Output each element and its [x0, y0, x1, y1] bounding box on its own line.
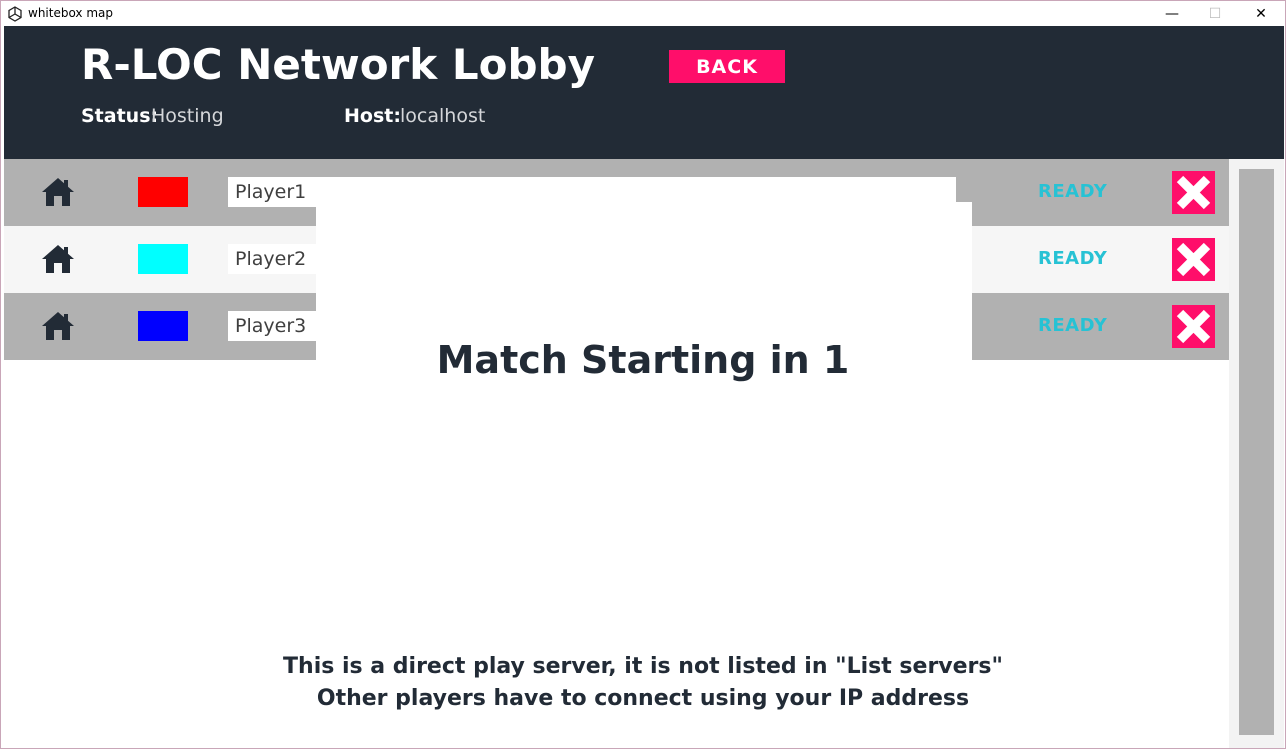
- home-icon: [42, 178, 74, 206]
- ready-status[interactable]: READY: [1038, 315, 1107, 336]
- remove-player-button[interactable]: [1172, 238, 1215, 281]
- scrollbar-thumb[interactable]: [1239, 169, 1274, 735]
- minimize-button[interactable]: —: [1149, 1, 1195, 27]
- connect-info: Other players have to connect using your…: [316, 686, 970, 711]
- lobby-header: R-LOC Network Lobby BACK Status: Hosting…: [4, 26, 1284, 159]
- player-color-swatch[interactable]: [138, 244, 188, 274]
- host-value: localhost: [400, 105, 486, 127]
- back-button[interactable]: BACK: [669, 50, 785, 83]
- window-title: whitebox map: [28, 6, 114, 20]
- status-value: Hosting: [151, 105, 224, 127]
- maximize-button[interactable]: ☐: [1192, 1, 1238, 27]
- host-label: Host:: [344, 105, 401, 127]
- status-label: Status:: [81, 105, 159, 127]
- remove-player-button[interactable]: [1172, 171, 1215, 214]
- close-window-button[interactable]: ✕: [1238, 1, 1284, 27]
- direct-play-info: This is a direct play server, it is not …: [283, 654, 1003, 679]
- ready-status[interactable]: READY: [1038, 248, 1107, 269]
- page-title: R-LOC Network Lobby: [81, 40, 595, 89]
- lobby-window: R-LOC Network Lobby BACK Status: Hosting…: [0, 26, 1286, 749]
- home-icon: [42, 245, 74, 273]
- countdown-text: Match Starting in 1: [436, 338, 850, 382]
- player-color-swatch[interactable]: [138, 177, 188, 207]
- window-titlebar: whitebox map — ☐ ✕: [0, 0, 1286, 26]
- ready-status[interactable]: READY: [1038, 181, 1107, 202]
- unity-icon: [8, 6, 22, 22]
- player-color-swatch[interactable]: [138, 311, 188, 341]
